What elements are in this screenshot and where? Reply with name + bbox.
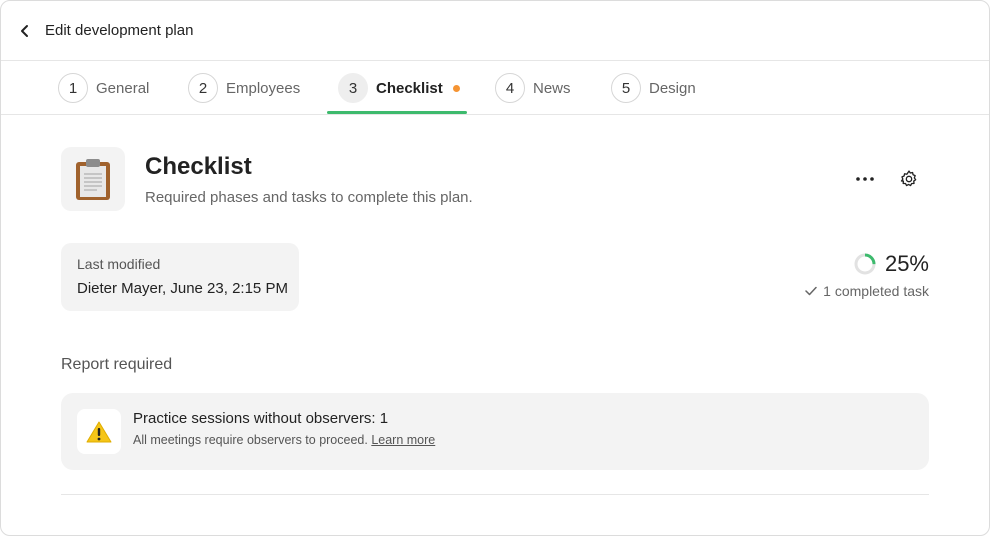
page-icon-tile: [61, 147, 125, 211]
tab-news[interactable]: 4 News: [495, 61, 571, 115]
unsaved-indicator-dot: [452, 84, 460, 92]
active-tab-underline: [327, 111, 467, 114]
chevron-left-icon: [21, 25, 28, 37]
tab-label: Design: [649, 79, 696, 97]
clipboard-icon: [76, 159, 110, 200]
tab-number: 2: [188, 73, 218, 103]
warning-icon-box: [77, 409, 121, 454]
tab-number: 3: [338, 73, 368, 103]
more-options-button[interactable]: [852, 167, 878, 191]
report-title: Practice sessions without observers: 1: [133, 410, 389, 427]
report-description: All meetings require observers to procee…: [133, 433, 372, 447]
tab-number: 4: [495, 73, 525, 103]
section-divider: [61, 494, 929, 495]
page-subtitle: Required phases and tasks to complete th…: [145, 189, 473, 206]
report-warning-card: Practice sessions without observers: 1 A…: [61, 393, 929, 470]
progress-ring-icon: [854, 253, 876, 275]
warning-triangle-icon: [86, 421, 112, 442]
tab-label: Employees: [226, 79, 301, 97]
tab-employees[interactable]: 2 Employees: [188, 61, 300, 115]
stepper-tabs: 1 General 2 Employees 3 Checklist 4 News…: [1, 61, 989, 115]
report-description-row: All meetings require observers to procee…: [133, 433, 435, 447]
tab-number: 1: [58, 73, 88, 103]
tab-checklist[interactable]: 3 Checklist: [338, 61, 460, 115]
more-horizontal-icon: [856, 177, 874, 181]
report-section-heading: Report required: [61, 356, 173, 373]
tab-general[interactable]: 1 General: [58, 61, 149, 115]
progress-percent: 25%: [884, 251, 929, 276]
tab-label: News: [533, 79, 571, 97]
progress-summary: 25% 1 completed task: [805, 251, 929, 299]
page-header-title: Edit development plan: [45, 22, 194, 39]
tab-label: General: [96, 79, 150, 97]
last-modified-label: Last modified: [77, 256, 161, 272]
last-modified-card: Last modified Dieter Mayer, June 23, 2:1…: [61, 243, 299, 311]
tab-number: 5: [611, 73, 641, 103]
last-modified-value: Dieter Mayer, June 23, 2:15 PM: [77, 280, 288, 297]
back-button[interactable]: [15, 21, 35, 41]
tab-label: Checklist: [376, 79, 443, 97]
tab-design[interactable]: 5 Design: [611, 61, 696, 115]
completed-tasks-text: 1 completed task: [823, 283, 929, 299]
check-icon: [805, 286, 817, 296]
page-title: Checklist: [145, 153, 252, 180]
header: Edit development plan: [1, 1, 989, 61]
gear-icon: [900, 170, 917, 187]
learn-more-link[interactable]: Learn more: [371, 433, 435, 447]
settings-button[interactable]: [897, 167, 921, 191]
app-window: Edit development plan 1 General 2 Employ…: [0, 0, 990, 536]
